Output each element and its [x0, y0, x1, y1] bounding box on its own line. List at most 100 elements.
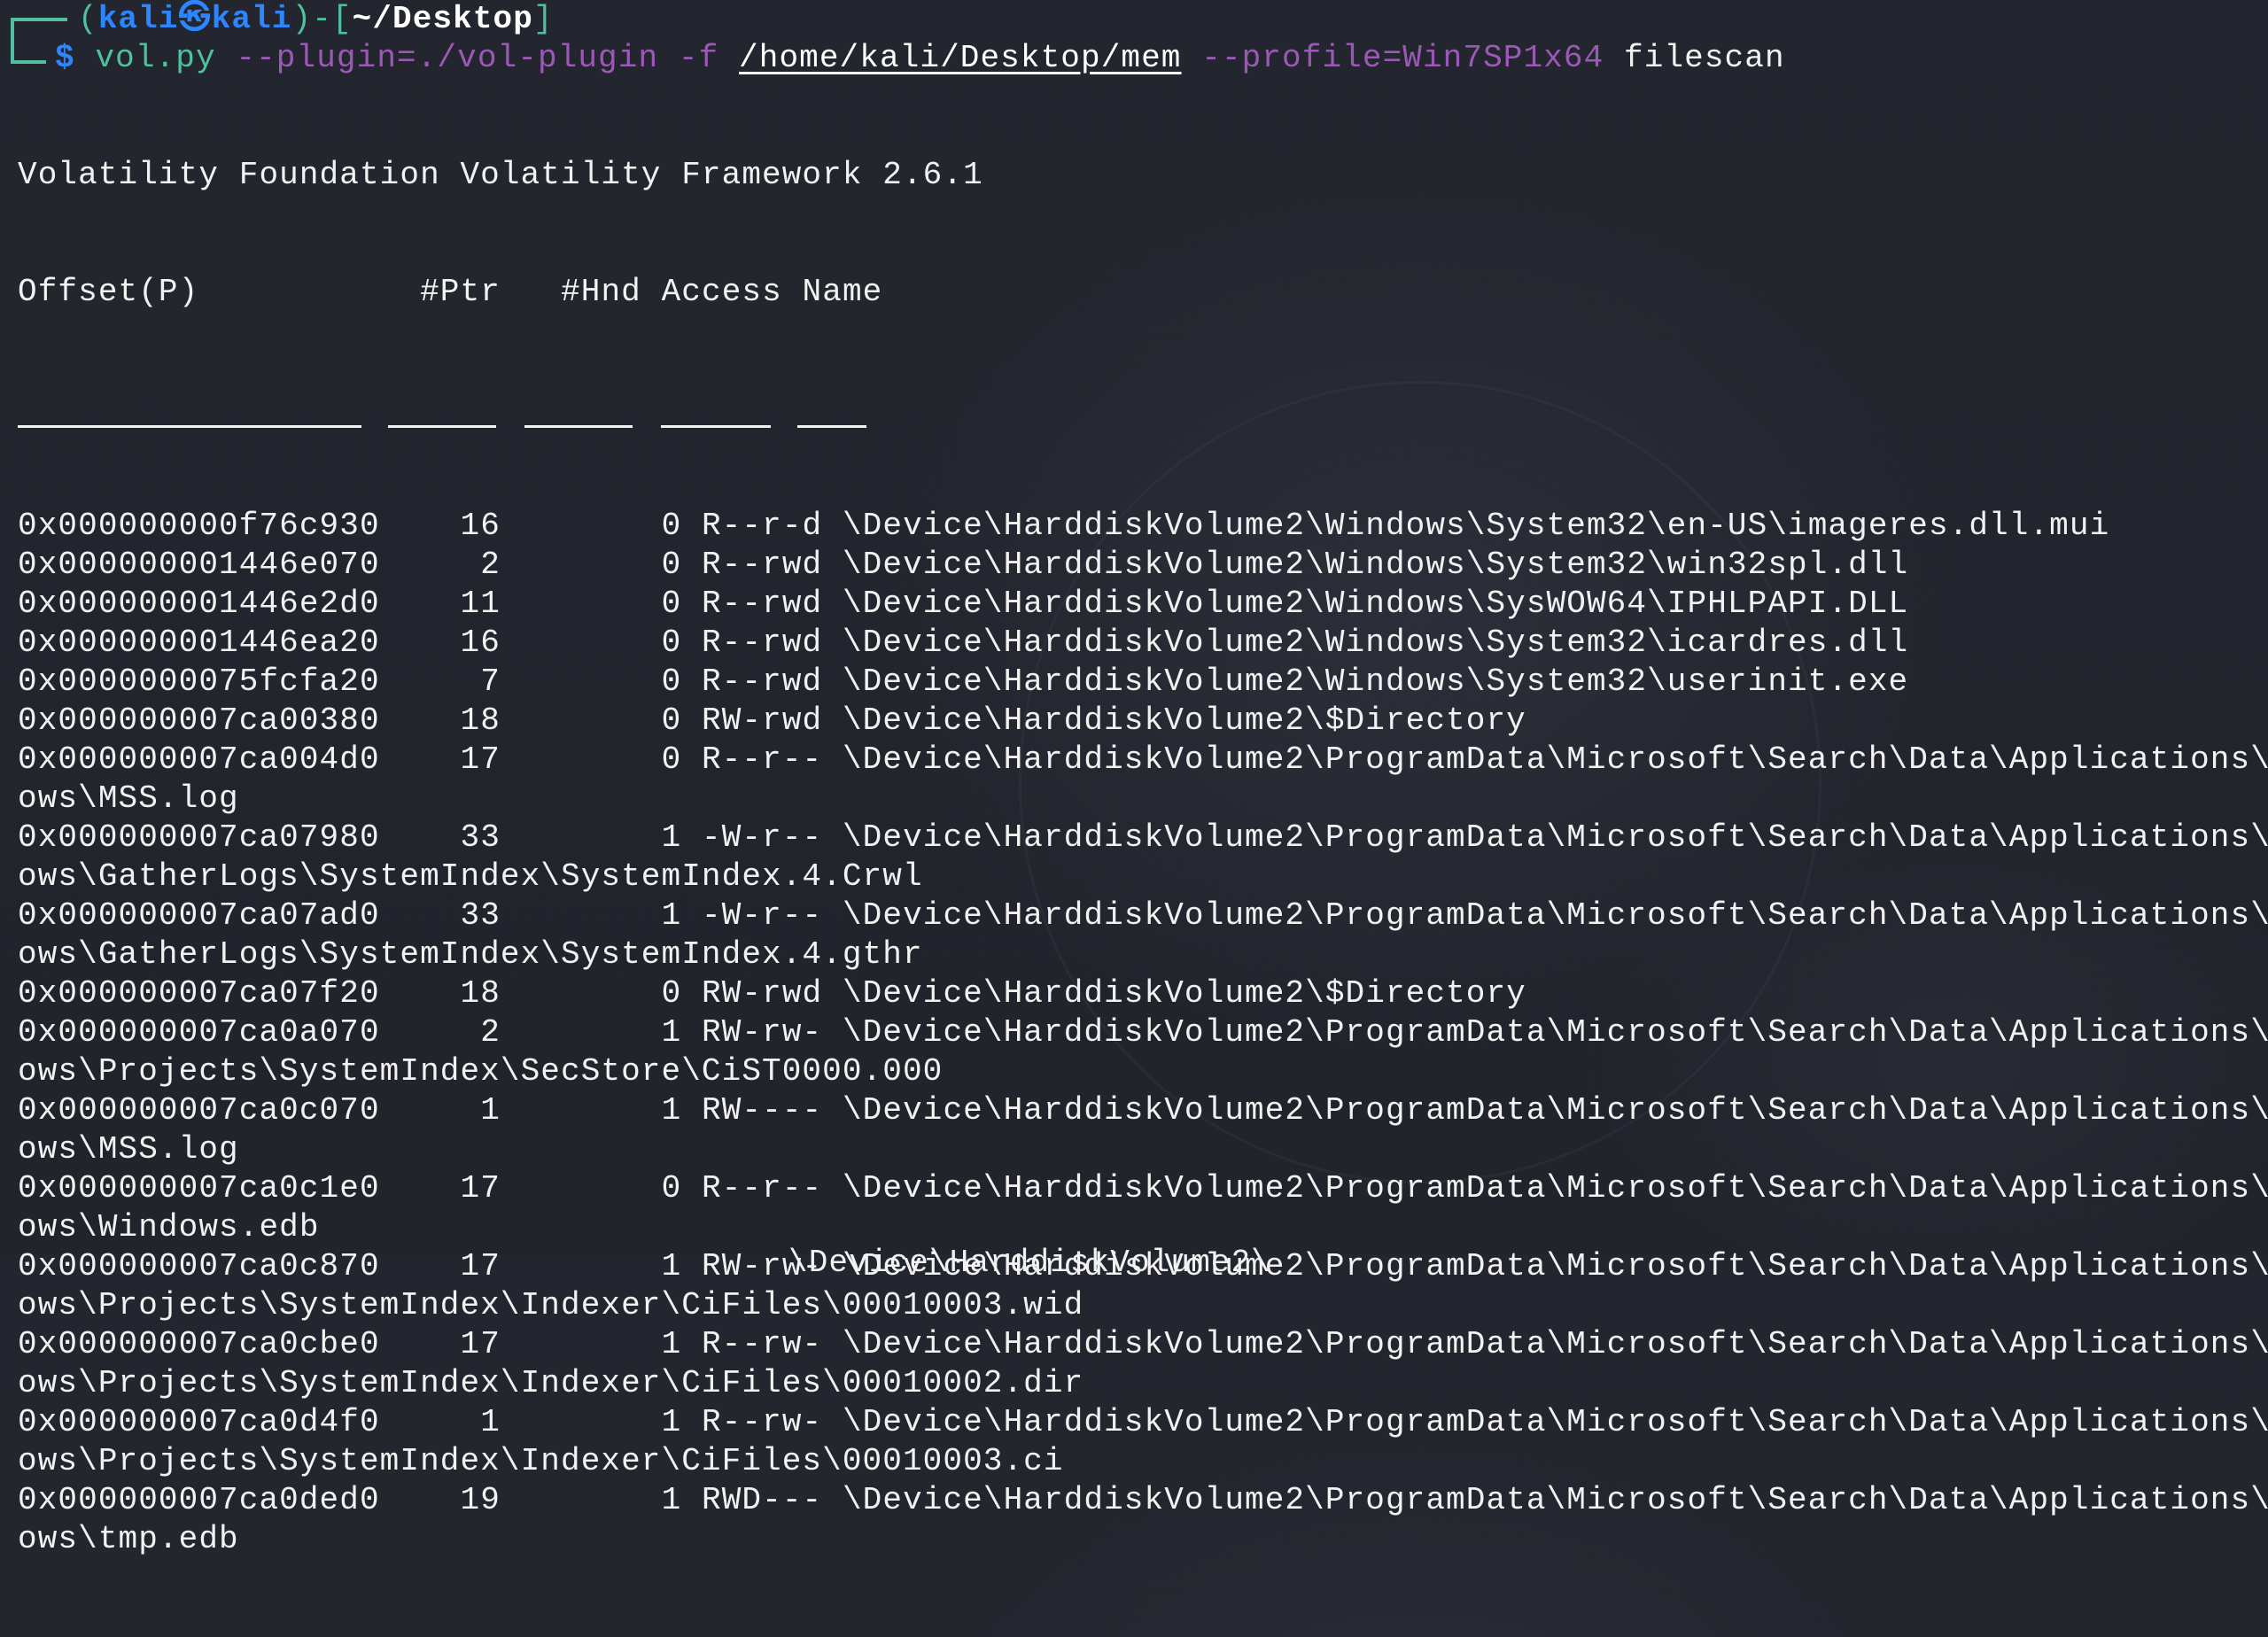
name-cell: \Device\HarddiskVolume2\$Directory — [842, 702, 1526, 739]
name-cell: \Device\HarddiskVolume2\ProgramData\Micr… — [842, 1170, 2268, 1206]
offset-cell: 0x000000007ca0ded0 — [18, 1482, 380, 1518]
kali-skull-icon: ㉿ — [178, 1, 212, 37]
offset-cell: 0x000000001446e070 — [18, 547, 380, 583]
prompt-symbol: $ — [55, 40, 75, 76]
table-row-wrap: ows\Projects\SystemIndex\Indexer\CiFiles… — [18, 1287, 1084, 1323]
command-opt-f: -f — [678, 40, 719, 76]
access-cell: R--rwd — [702, 663, 823, 700]
command-line[interactable]: $ vol.py --plugin=./vol-plugin -f /home/… — [55, 39, 1785, 78]
ptr-cell: 2 — [460, 1014, 501, 1051]
name-cell: \Device\HarddiskVolume2\ProgramData\Micr… — [842, 819, 2268, 856]
offset-cell: 0x000000007ca07ad0 — [18, 897, 380, 934]
table-row: 0x000000007ca0c1e0 17 0 R--r-- \Device\H… — [18, 1169, 2268, 1208]
name-cell: \Device\HarddiskVolume2\ProgramData\Micr… — [842, 1326, 2268, 1362]
access-cell: R--rwd — [702, 625, 823, 661]
offset-cell: 0x000000000f76c930 — [18, 508, 380, 544]
offset-cell: 0x000000001446ea20 — [18, 625, 380, 661]
table-row: 0x000000007ca0c070 1 1 RW---- \Device\Ha… — [18, 1091, 2268, 1130]
offset-cell: 0x000000007ca0c1e0 — [18, 1170, 380, 1206]
banner: Volatility Foundation Volatility Framewo… — [18, 157, 983, 193]
ptr-cell: 1 — [460, 1404, 501, 1440]
ptr-cell: 33 — [460, 897, 501, 934]
ptr-cell: 18 — [460, 975, 501, 1012]
hnd-cell: 0 — [520, 975, 682, 1012]
table-row: 0x000000007ca0d4f0 1 1 R--rw- \Device\Ha… — [18, 1403, 2268, 1442]
name-cell: \Device\HarddiskVolume2\Windows\System32… — [842, 547, 1909, 583]
offset-cell: 0x0000000075fcfa20 — [18, 663, 380, 700]
terminal[interactable]: (kali㉿kali)-[~/Desktop] $ vol.py --plugi… — [9, 0, 2268, 1557]
prompt-close-bracket: ] — [532, 1, 554, 37]
command-opt-profile: --profile=Win7SP1x64 — [1201, 40, 1604, 76]
table-row-wrap: ows\MSS.log — [18, 780, 239, 817]
table-row-wrap: ows\Projects\SystemIndex\Indexer\CiFiles… — [18, 1443, 1064, 1479]
table-row: 0x000000001446ea20 16 0 R--rwd \Device\H… — [18, 624, 2268, 663]
access-cell: R--r-d — [702, 508, 823, 544]
command-subcommand: filescan — [1624, 40, 1785, 76]
access-cell: R--r-- — [702, 741, 823, 778]
header-offset: Offset(P) — [18, 274, 199, 310]
table-row: 0x000000007ca0ded0 19 1 RWD--- \Device\H… — [18, 1481, 2268, 1520]
table-row: 0x000000007ca004d0 17 0 R--r-- \Device\H… — [18, 741, 2268, 780]
ptr-cell: 16 — [460, 625, 501, 661]
name-cell: \Device\HarddiskVolume2\ProgramData\Micr… — [842, 1482, 2268, 1518]
table-row-wrap: ows\Projects\SystemIndex\Indexer\CiFiles… — [18, 1365, 1084, 1401]
name-cell: \Device\HarddiskVolume2\ProgramData\Micr… — [842, 1404, 2268, 1440]
header-rules — [18, 390, 2268, 429]
ptr-cell: 33 — [460, 819, 501, 856]
table-row-wrap: ows\GatherLogs\SystemIndex\SystemIndex.4… — [18, 858, 923, 895]
access-cell: R--rwd — [702, 586, 823, 622]
offset-cell: 0x000000007ca0c870 — [18, 1248, 380, 1284]
hnd-cell: 0 — [520, 586, 682, 622]
access-cell: RWD--- — [702, 1482, 823, 1518]
prompt-user: kali — [97, 1, 179, 37]
offset-cell: 0x000000007ca0d4f0 — [18, 1404, 380, 1440]
command-file-path: /home/kali/Desktop/mem — [739, 40, 1182, 76]
table-row: 0x000000001446e2d0 11 0 R--rwd \Device\H… — [18, 585, 2268, 624]
ptr-cell: 17 — [460, 1326, 501, 1362]
header-hnd: #Hnd — [561, 274, 641, 310]
name-cell: \Device\HarddiskVolume2\ProgramData\Micr… — [842, 897, 2268, 934]
prompt-host: kali — [211, 1, 292, 37]
prompt-open-paren: ( — [78, 1, 98, 37]
table-row-wrap: ows\Windows.edb — [18, 1209, 320, 1245]
command-program: vol.py — [95, 40, 216, 76]
ptr-cell: 17 — [460, 1170, 501, 1206]
hnd-cell: 0 — [520, 702, 682, 739]
hnd-cell: 0 — [520, 508, 682, 544]
access-cell: RW-rw- — [702, 1014, 823, 1051]
access-cell: R--rw- — [702, 1326, 823, 1362]
name-cell: \Device\HarddiskVolume2\Windows\System32… — [842, 625, 1909, 661]
ptr-cell: 19 — [460, 1482, 501, 1518]
table-row: 0x0000000075fcfa20 7 0 R--rwd \Device\Ha… — [18, 663, 2268, 702]
